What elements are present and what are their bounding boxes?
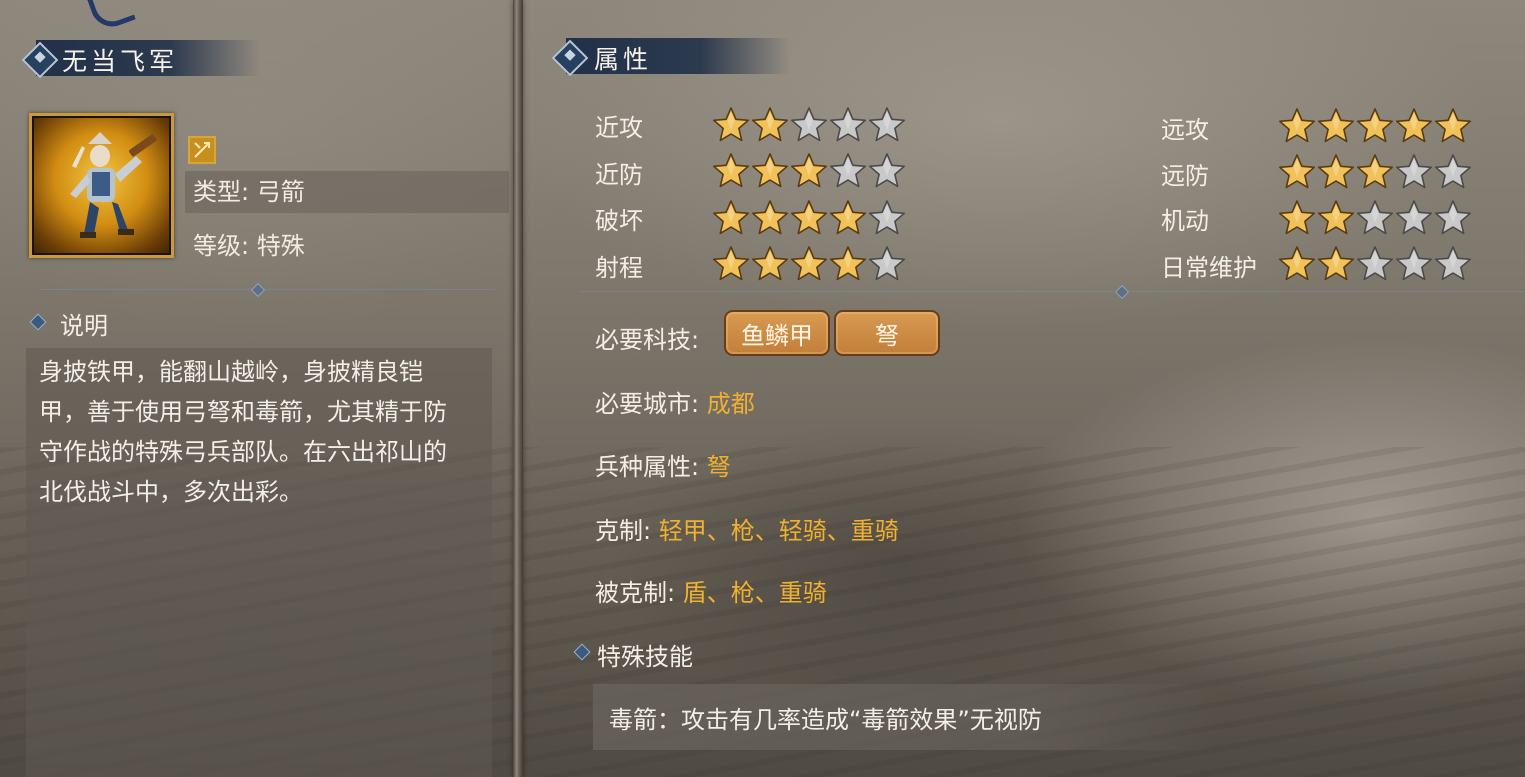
star-filled-icon xyxy=(751,152,789,190)
required-city-label: 必要城市: xyxy=(595,390,700,418)
stars-range xyxy=(712,245,906,283)
stat-label-melee-attack: 近攻 xyxy=(595,114,643,142)
star-filled-icon xyxy=(712,199,750,237)
star-empty-icon xyxy=(1434,153,1472,191)
star-empty-icon xyxy=(829,152,867,190)
star-filled-icon xyxy=(790,245,828,283)
star-filled-icon xyxy=(1434,107,1472,145)
star-filled-icon xyxy=(751,199,789,237)
stat-label-melee-defense: 近防 xyxy=(595,161,643,189)
required-tech-label: 必要科技: xyxy=(595,326,700,354)
star-filled-icon xyxy=(790,152,828,190)
unit-type: 类型: 弓箭 xyxy=(185,171,509,213)
star-empty-icon xyxy=(868,245,906,283)
star-filled-icon xyxy=(1317,199,1355,237)
unit-portrait xyxy=(29,113,174,258)
stat-label-upkeep: 日常维护 xyxy=(1161,254,1257,282)
star-filled-icon xyxy=(712,106,750,144)
star-empty-icon xyxy=(1395,245,1433,283)
troop-attr-value: 弩 xyxy=(706,453,731,481)
star-filled-icon xyxy=(712,152,750,190)
star-empty-icon xyxy=(1434,245,1472,283)
tech-tag-crossbow[interactable]: 弩 xyxy=(834,310,940,356)
stars-melee-attack xyxy=(712,106,906,144)
description-text: 身披铁甲，能翻山越岭，身披精良铠甲，善于使用弓弩和毒箭，尤其精于防守作战的特殊弓… xyxy=(39,358,447,506)
star-filled-icon xyxy=(1317,107,1355,145)
stars-melee-defense xyxy=(712,152,906,190)
stars-mobility xyxy=(1278,199,1472,237)
star-empty-icon xyxy=(1395,199,1433,237)
star-empty-icon xyxy=(829,106,867,144)
stat-label-ranged-attack: 远攻 xyxy=(1161,116,1209,144)
troop-attr-label: 兵种属性: xyxy=(595,453,700,481)
star-filled-icon xyxy=(1278,153,1316,191)
star-filled-icon xyxy=(790,199,828,237)
counters-label: 克制: xyxy=(595,517,652,545)
star-filled-icon xyxy=(1356,107,1394,145)
star-filled-icon xyxy=(1317,245,1355,283)
star-empty-icon xyxy=(1356,245,1394,283)
stat-label-siege: 破坏 xyxy=(595,207,643,235)
star-empty-icon xyxy=(1434,199,1472,237)
stars-ranged-attack xyxy=(1278,107,1472,145)
countered-by-label: 被克制: xyxy=(595,579,676,607)
star-filled-icon xyxy=(1278,199,1316,237)
panel-divider xyxy=(513,0,523,777)
crossed-arrows-icon xyxy=(188,136,216,164)
section-divider xyxy=(40,289,495,290)
star-filled-icon xyxy=(1317,153,1355,191)
star-filled-icon xyxy=(1278,107,1316,145)
stat-label-mobility: 机动 xyxy=(1161,207,1209,235)
star-filled-icon xyxy=(1278,245,1316,283)
required-city-row: 必要城市: 成都 xyxy=(595,384,755,419)
unit-level: 等级: 特殊 xyxy=(193,232,305,260)
archer-figure-icon xyxy=(70,132,157,238)
star-filled-icon xyxy=(1356,153,1394,191)
star-filled-icon xyxy=(829,199,867,237)
countered-by-row: 被克制: 盾、枪、重骑 xyxy=(595,573,827,608)
star-filled-icon xyxy=(751,106,789,144)
special-skill-title: 特殊技能 xyxy=(597,643,693,671)
troop-attr-row: 兵种属性: 弩 xyxy=(595,447,731,482)
attributes-title: 属性 xyxy=(594,45,653,74)
star-filled-icon xyxy=(751,245,789,283)
star-filled-icon xyxy=(829,245,867,283)
counters-value: 轻甲、枪、轻骑、重骑 xyxy=(658,517,899,545)
star-filled-icon xyxy=(712,245,750,283)
star-empty-icon xyxy=(790,106,828,144)
star-empty-icon xyxy=(868,199,906,237)
stars-siege xyxy=(712,199,906,237)
countered-by-value: 盾、枪、重骑 xyxy=(682,579,827,607)
star-empty-icon xyxy=(868,152,906,190)
counters-row: 克制: 轻甲、枪、轻骑、重骑 xyxy=(595,511,899,546)
star-empty-icon xyxy=(1356,199,1394,237)
tech-tag-fish-scale-armor[interactable]: 鱼鳞甲 xyxy=(724,310,830,356)
special-skill-text: 毒箭：攻击有几率造成“毒箭效果”无视防 xyxy=(609,706,1042,734)
unit-name: 无当飞军 xyxy=(62,47,179,76)
star-empty-icon xyxy=(868,106,906,144)
star-filled-icon xyxy=(1395,107,1433,145)
stars-upkeep xyxy=(1278,245,1472,283)
star-empty-icon xyxy=(1395,153,1433,191)
attributes-divider xyxy=(580,291,1525,292)
stat-label-ranged-defense: 远防 xyxy=(1161,162,1209,190)
stars-ranged-defense xyxy=(1278,153,1472,191)
stat-label-range: 射程 xyxy=(595,254,643,282)
description-title: 说明 xyxy=(60,312,108,340)
required-city-value: 成都 xyxy=(706,390,755,418)
